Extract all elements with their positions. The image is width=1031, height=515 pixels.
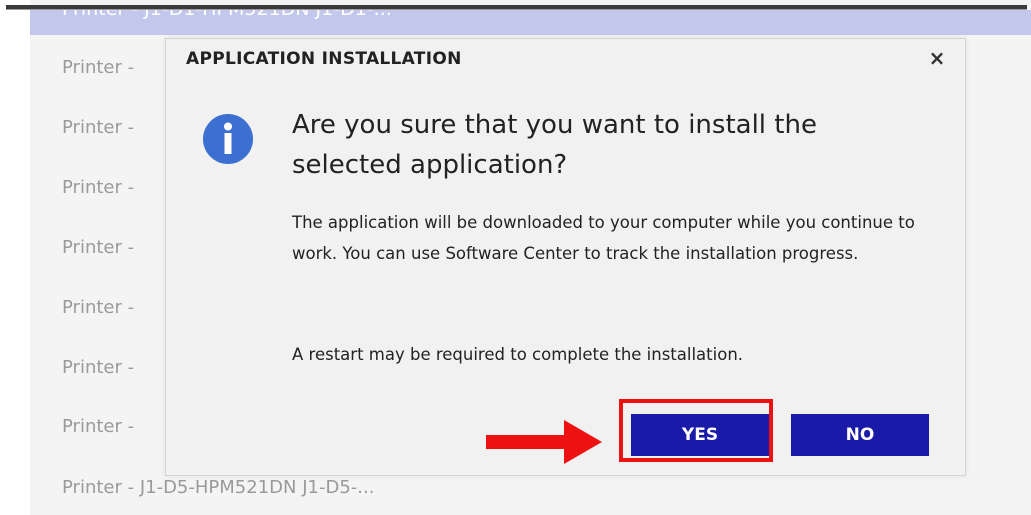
- list-item[interactable]: Printer -: [62, 177, 134, 198]
- list-item-selected[interactable]: Printer - J1-D1-HPM521DN J1-D1-...: [30, 10, 1031, 35]
- info-icon: [203, 114, 253, 164]
- list-item[interactable]: Printer - J1-D5-HPM521DN J1-D5-...: [62, 477, 374, 498]
- dialog-heading: Are you sure that you want to install th…: [292, 110, 817, 180]
- restart-note: A restart may be required to complete th…: [292, 345, 744, 364]
- list-item[interactable]: Printer -: [62, 297, 134, 318]
- list-item[interactable]: Printer -: [62, 416, 134, 437]
- close-icon[interactable]: ×: [927, 47, 947, 69]
- list-item[interactable]: Printer -: [62, 237, 134, 258]
- screenshot-frame: Printer - J1-D1-HPM521DN J1-D1-... Print…: [0, 0, 1031, 515]
- window-top-border-line: [6, 9, 1027, 10]
- yes-highlight-box: [619, 399, 773, 462]
- list-item[interactable]: Printer -: [62, 357, 134, 378]
- red-arrow-icon: [486, 420, 602, 464]
- list-item[interactable]: Printer -: [62, 57, 134, 78]
- list-item[interactable]: Printer -: [62, 117, 134, 138]
- install-confirmation-dialog: APPLICATION INSTALLATION × Are you sure …: [165, 38, 966, 476]
- no-button[interactable]: NO: [791, 414, 929, 456]
- dialog-title: APPLICATION INSTALLATION: [186, 49, 462, 69]
- list-item-label: Printer - J1-D1-HPM521DN J1-D1-...: [62, 10, 392, 20]
- dialog-body: The application will be downloaded to yo…: [292, 213, 915, 263]
